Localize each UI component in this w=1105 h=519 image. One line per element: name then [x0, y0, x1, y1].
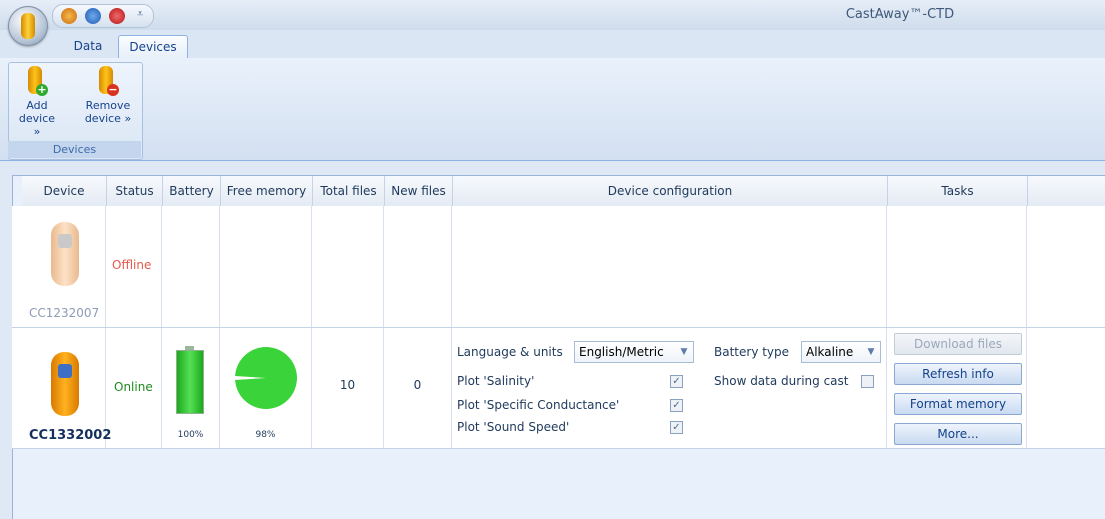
chevron-down-icon: ▼ — [867, 347, 875, 357]
battery-terminal — [185, 346, 194, 350]
wizard-icon[interactable] — [61, 8, 77, 24]
show-data-checkbox[interactable] — [861, 375, 874, 388]
free-memory-percent: 98% — [255, 430, 276, 440]
plot-conductance-label: Plot 'Specific Conductance' — [457, 398, 620, 412]
col-total-files: Total files — [313, 176, 385, 207]
remove-device-label-2: device » — [84, 112, 132, 125]
battery-fill — [177, 351, 203, 413]
format-memory-button[interactable]: Format memory — [894, 393, 1022, 415]
total-files-value: 10 — [339, 378, 356, 392]
customize-toolbar-icon[interactable]: ⩡ — [137, 7, 143, 21]
language-units-select[interactable]: English/Metric ▼ — [574, 341, 694, 363]
battery-percent: 100% — [177, 430, 204, 440]
ribbon — [0, 58, 1105, 161]
col-device: Device — [22, 176, 107, 207]
plot-sound-speed-checkbox[interactable]: ✓ — [670, 421, 683, 434]
add-device-label-2: device » — [18, 112, 56, 138]
device-id: CC1232007 — [29, 306, 100, 320]
col-battery: Battery — [163, 176, 221, 207]
language-units-label: Language & units — [457, 345, 563, 359]
device-offline-icon — [51, 222, 79, 286]
download-files-button[interactable]: Download files — [894, 333, 1022, 355]
chevron-down-icon: ▼ — [680, 347, 688, 357]
col-free-memory: Free memory — [221, 176, 313, 207]
remove-device-icon: − — [97, 66, 119, 96]
add-device-icon: + — [26, 66, 48, 96]
battery-gauge — [176, 346, 204, 414]
battery-type-label: Battery type — [714, 345, 790, 359]
add-device-button[interactable]: + Add device » — [16, 66, 58, 138]
language-units-value: English/Metric — [579, 345, 664, 359]
battery-type-select[interactable]: Alkaline ▼ — [801, 341, 881, 363]
minus-icon: − — [107, 83, 119, 96]
tab-devices[interactable]: Devices — [118, 35, 188, 58]
plot-salinity-label: Plot 'Salinity' — [457, 374, 535, 388]
device-icon — [21, 13, 35, 39]
tab-data[interactable]: Data — [62, 35, 114, 57]
refresh-icon[interactable] — [85, 8, 101, 24]
device-online-icon — [51, 352, 79, 416]
col-status: Status — [107, 176, 163, 207]
free-memory-pie — [235, 347, 297, 409]
ribbon-tab-strip: Data Devices — [0, 30, 1105, 59]
remove-device-label-1: Remove — [85, 99, 131, 112]
refresh-info-button[interactable]: Refresh info — [894, 363, 1022, 385]
device-id: CC1332002 — [29, 428, 112, 443]
plot-conductance-checkbox[interactable]: ✓ — [670, 399, 683, 412]
table-row[interactable]: CC1232007 Offline — [12, 206, 1105, 328]
quick-access-toolbar: ⩡ — [52, 4, 154, 28]
more-button[interactable]: More... — [894, 423, 1022, 445]
col-filler — [1028, 176, 1105, 207]
col-new-files: New files — [385, 176, 453, 207]
device-configuration-cell: Language & units English/Metric ▼ Batter… — [452, 328, 887, 448]
status-text: Online — [114, 380, 153, 394]
col-device-configuration: Device configuration — [453, 176, 888, 207]
window-title: CastAway™-CTD — [845, 7, 955, 22]
status-text: Offline — [112, 258, 152, 272]
plot-salinity-checkbox[interactable]: ✓ — [670, 375, 683, 388]
new-files-value: 0 — [413, 378, 422, 392]
remove-device-button[interactable]: − Remove device » — [80, 66, 136, 125]
battery-type-value: Alkaline — [806, 345, 854, 359]
plot-sound-speed-label: Plot 'Sound Speed' — [457, 420, 570, 434]
plus-icon: + — [36, 83, 48, 96]
show-data-label: Show data during cast — [714, 374, 849, 388]
application-menu-button[interactable] — [8, 6, 48, 46]
col-tasks: Tasks — [888, 176, 1028, 207]
help-icon[interactable] — [109, 8, 125, 24]
ribbon-group-label: Devices — [8, 141, 141, 158]
add-device-label-1: Add — [26, 99, 48, 112]
